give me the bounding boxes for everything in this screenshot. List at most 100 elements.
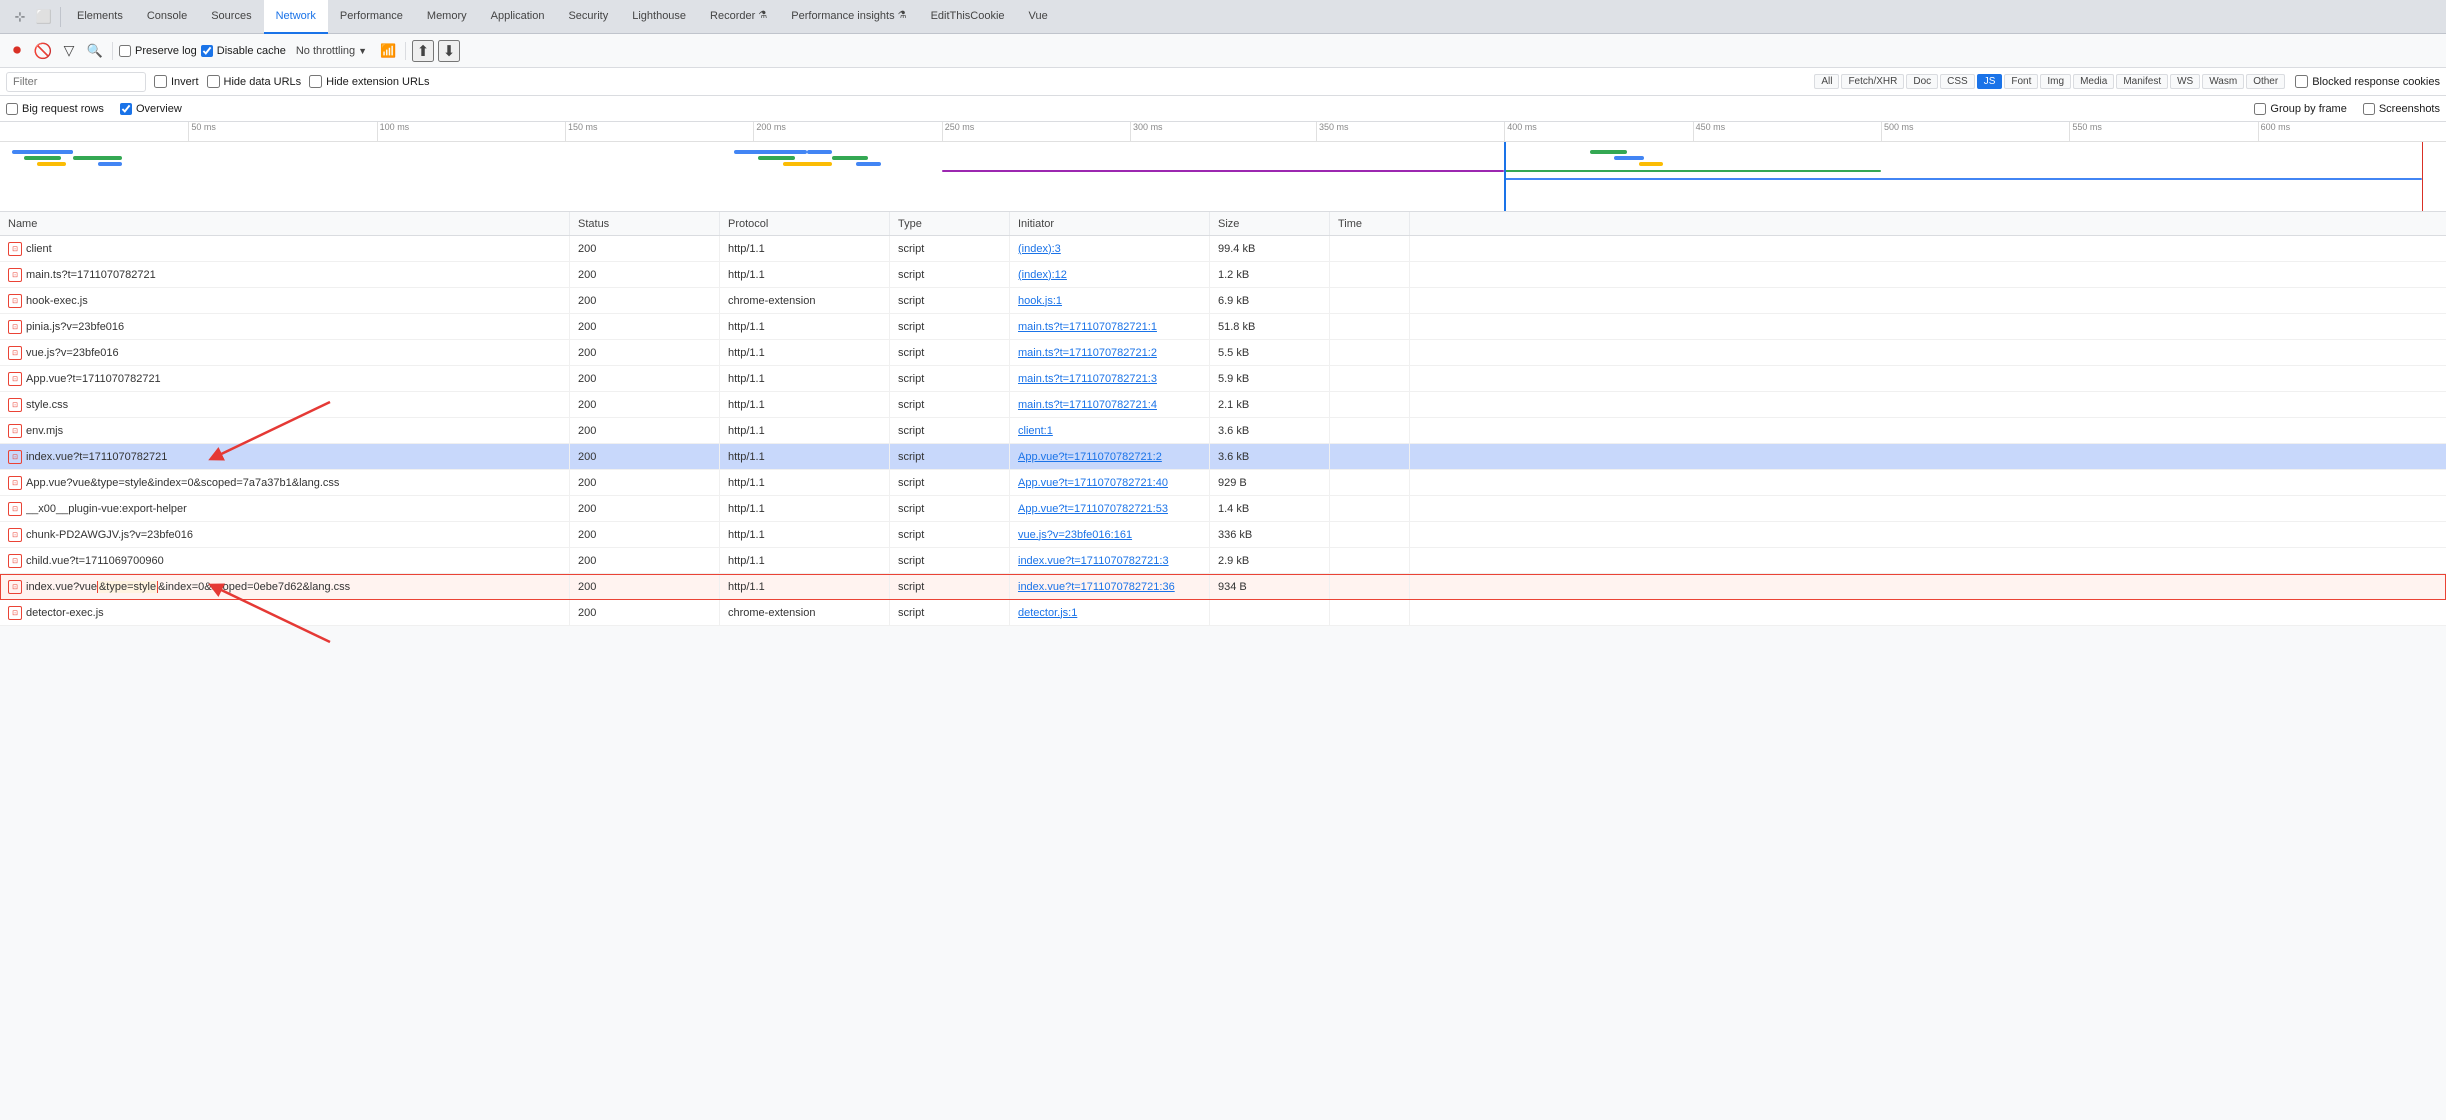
filter-ws-button[interactable]: WS: [2170, 74, 2200, 89]
tab-network[interactable]: Network: [264, 0, 328, 34]
td-initiator[interactable]: App.vue?t=1711070782721:40: [1010, 470, 1210, 495]
initiator-link[interactable]: App.vue?t=1711070782721:53: [1018, 503, 1168, 515]
initiator-link[interactable]: client:1: [1018, 425, 1053, 437]
hide-data-urls-checkbox[interactable]: [207, 75, 220, 88]
initiator-link[interactable]: main.ts?t=1711070782721:3: [1018, 373, 1157, 385]
group-by-frame-checkbox[interactable]: [2254, 103, 2266, 115]
hide-ext-urls-checkbox[interactable]: [309, 75, 322, 88]
preserve-log-label[interactable]: Preserve log: [119, 45, 197, 57]
timeline[interactable]: 50 ms100 ms150 ms200 ms250 ms300 ms350 m…: [0, 122, 2446, 212]
group-by-frame-label[interactable]: Group by frame: [2254, 103, 2346, 115]
filter-input[interactable]: [6, 72, 146, 92]
export-button[interactable]: ⬇: [438, 40, 460, 62]
td-initiator[interactable]: client:1: [1010, 418, 1210, 443]
filter-media-button[interactable]: Media: [2073, 74, 2114, 89]
initiator-link[interactable]: (index):3: [1018, 243, 1061, 255]
filter-all-button[interactable]: All: [1814, 74, 1839, 89]
th-protocol[interactable]: Protocol: [720, 212, 890, 235]
td-initiator[interactable]: (index):3: [1010, 236, 1210, 261]
hide-data-urls-label[interactable]: Hide data URLs: [207, 75, 302, 88]
table-row[interactable]: ⊡env.mjs200http/1.1scriptclient:13.6 kB: [0, 418, 2446, 444]
tab-recorder[interactable]: Recorder ⚗: [698, 0, 779, 34]
filter-manifest-button[interactable]: Manifest: [2116, 74, 2168, 89]
network-conditions-button[interactable]: 📶: [377, 40, 399, 62]
initiator-link[interactable]: index.vue?t=1711070782721:36: [1018, 581, 1175, 593]
table-row[interactable]: ⊡vue.js?v=23bfe016200http/1.1scriptmain.…: [0, 340, 2446, 366]
th-name[interactable]: Name: [0, 212, 570, 235]
tab-application[interactable]: Application: [479, 0, 557, 34]
tab-lighthouse[interactable]: Lighthouse: [620, 0, 698, 34]
table-row[interactable]: ⊡child.vue?t=1711069700960200http/1.1scr…: [0, 548, 2446, 574]
blocked-cookies-checkbox[interactable]: [2295, 75, 2308, 88]
hide-ext-urls-label[interactable]: Hide extension URLs: [309, 75, 429, 88]
td-initiator[interactable]: main.ts?t=1711070782721:2: [1010, 340, 1210, 365]
table-row[interactable]: ⊡pinia.js?v=23bfe016200http/1.1scriptmai…: [0, 314, 2446, 340]
table-row[interactable]: ⊡client200http/1.1script(index):399.4 kB: [0, 236, 2446, 262]
table-row[interactable]: ⊡detector-exec.js200chrome-extensionscri…: [0, 600, 2446, 626]
initiator-link[interactable]: main.ts?t=1711070782721:1: [1018, 321, 1157, 333]
filter-other-button[interactable]: Other: [2246, 74, 2285, 89]
td-initiator[interactable]: main.ts?t=1711070782721:3: [1010, 366, 1210, 391]
th-status[interactable]: Status: [570, 212, 720, 235]
filter-doc-button[interactable]: Doc: [1906, 74, 1938, 89]
filter-img-button[interactable]: Img: [2040, 74, 2071, 89]
preserve-log-checkbox[interactable]: [119, 45, 131, 57]
disable-cache-label[interactable]: Disable cache: [201, 45, 286, 57]
td-initiator[interactable]: App.vue?t=1711070782721:2: [1010, 444, 1210, 469]
filter-font-button[interactable]: Font: [2004, 74, 2038, 89]
table-row[interactable]: ⊡chunk-PD2AWGJV.js?v=23bfe016200http/1.1…: [0, 522, 2446, 548]
table-row[interactable]: ⊡index.vue?vue&type=style&index=0&scoped…: [0, 574, 2446, 600]
invert-label[interactable]: Invert: [154, 75, 199, 88]
table-row[interactable]: ⊡hook-exec.js200chrome-extensionscriptho…: [0, 288, 2446, 314]
initiator-link[interactable]: (index):12: [1018, 269, 1067, 281]
initiator-link[interactable]: detector.js:1: [1018, 607, 1077, 619]
throttle-selector[interactable]: No throttling ▼: [290, 43, 373, 59]
td-initiator[interactable]: (index):12: [1010, 262, 1210, 287]
filter-js-button[interactable]: JS: [1977, 74, 2003, 89]
tab-performance-insights[interactable]: Performance insights ⚗: [779, 0, 918, 34]
table-row[interactable]: ⊡main.ts?t=1711070782721200http/1.1scrip…: [0, 262, 2446, 288]
filter-css-button[interactable]: CSS: [1940, 74, 1975, 89]
import-button[interactable]: ⬆: [412, 40, 434, 62]
tab-security[interactable]: Security: [556, 0, 620, 34]
overview-checkbox[interactable]: [120, 103, 132, 115]
table-row[interactable]: ⊡style.css200http/1.1scriptmain.ts?t=171…: [0, 392, 2446, 418]
td-initiator[interactable]: detector.js:1: [1010, 600, 1210, 625]
td-initiator[interactable]: App.vue?t=1711070782721:53: [1010, 496, 1210, 521]
th-time[interactable]: Time: [1330, 212, 1410, 235]
inspect-icon[interactable]: ⊹: [10, 7, 30, 27]
tab-sources[interactable]: Sources: [199, 0, 263, 34]
record-button[interactable]: ⏺: [6, 40, 28, 62]
filter-button[interactable]: ▽: [58, 40, 80, 62]
th-size[interactable]: Size: [1210, 212, 1330, 235]
big-request-rows-label[interactable]: Big request rows: [6, 103, 104, 115]
filter-fetch-button[interactable]: Fetch/XHR: [1841, 74, 1904, 89]
search-button[interactable]: 🔍: [84, 40, 106, 62]
device-icon[interactable]: ⬜: [34, 7, 54, 27]
invert-checkbox[interactable]: [154, 75, 167, 88]
td-initiator[interactable]: index.vue?t=1711070782721:36: [1010, 574, 1210, 599]
blocked-cookies-label[interactable]: Blocked response cookies: [2295, 75, 2440, 88]
screenshots-label[interactable]: Screenshots: [2363, 103, 2440, 115]
initiator-link[interactable]: main.ts?t=1711070782721:4: [1018, 399, 1157, 411]
filter-wasm-button[interactable]: Wasm: [2202, 74, 2244, 89]
tab-elements[interactable]: Elements: [65, 0, 135, 34]
initiator-link[interactable]: vue.js?v=23bfe016:161: [1018, 529, 1132, 541]
big-request-rows-checkbox[interactable]: [6, 103, 18, 115]
initiator-link[interactable]: index.vue?t=1711070782721:3: [1018, 555, 1169, 567]
td-initiator[interactable]: index.vue?t=1711070782721:3: [1010, 548, 1210, 573]
th-type[interactable]: Type: [890, 212, 1010, 235]
screenshots-checkbox[interactable]: [2363, 103, 2375, 115]
table-row[interactable]: ⊡App.vue?t=1711070782721200http/1.1scrip…: [0, 366, 2446, 392]
disable-cache-checkbox[interactable]: [201, 45, 213, 57]
table-row[interactable]: ⊡__x00__plugin-vue:export-helper200http/…: [0, 496, 2446, 522]
td-initiator[interactable]: hook.js:1: [1010, 288, 1210, 313]
th-initiator[interactable]: Initiator: [1010, 212, 1210, 235]
initiator-link[interactable]: App.vue?t=1711070782721:40: [1018, 477, 1168, 489]
table-row[interactable]: ⊡index.vue?t=1711070782721200http/1.1scr…: [0, 444, 2446, 470]
td-initiator[interactable]: vue.js?v=23bfe016:161: [1010, 522, 1210, 547]
td-initiator[interactable]: main.ts?t=1711070782721:4: [1010, 392, 1210, 417]
initiator-link[interactable]: hook.js:1: [1018, 295, 1062, 307]
tab-editthiscookie[interactable]: EditThisCookie: [919, 0, 1017, 34]
clear-button[interactable]: 🚫: [32, 40, 54, 62]
